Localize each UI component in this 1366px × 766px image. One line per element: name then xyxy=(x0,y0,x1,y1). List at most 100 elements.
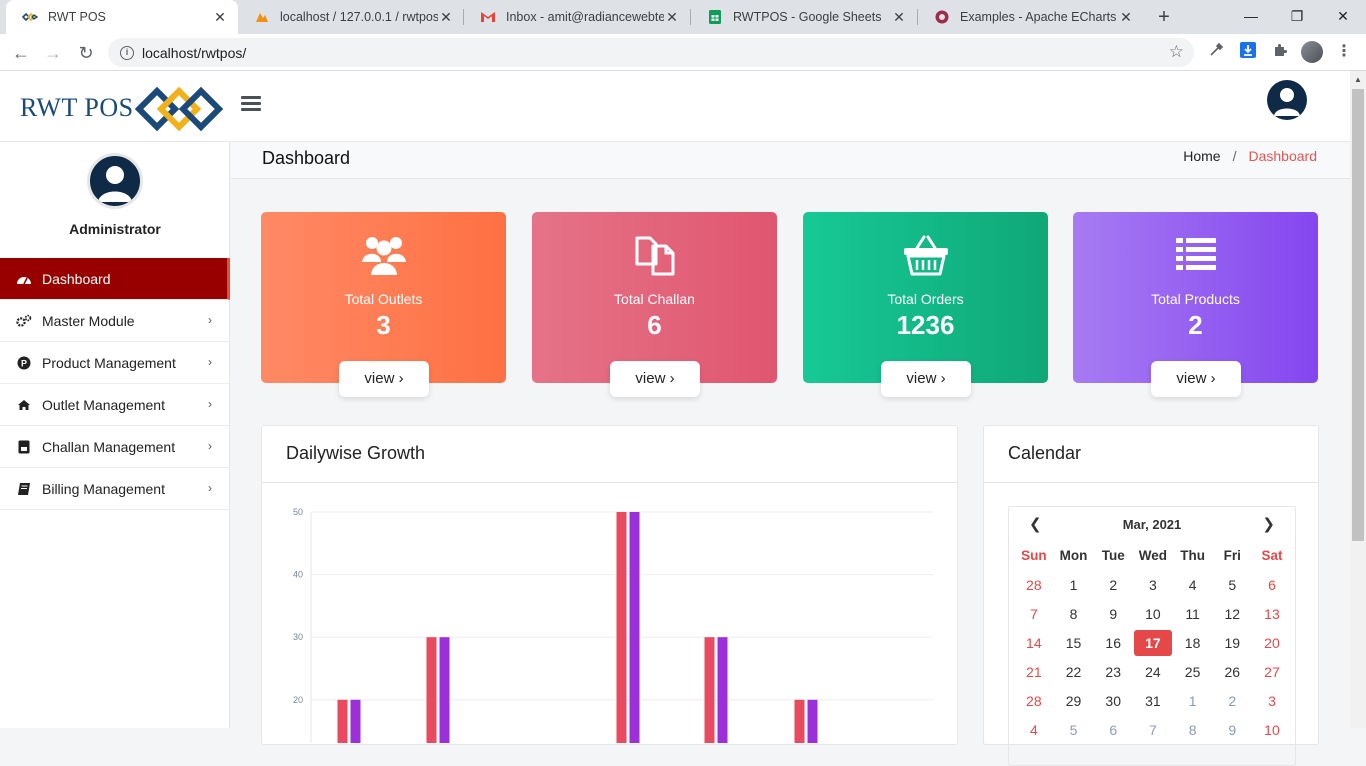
bar-series-1-group-3[interactable] xyxy=(616,512,627,743)
address-bar[interactable]: i localhost/rwtpos/ ☆ xyxy=(108,38,1194,67)
calendar-day[interactable]: 23 xyxy=(1093,664,1133,680)
extensions-puzzle-icon[interactable] xyxy=(1270,42,1290,62)
view-products-button[interactable]: view › xyxy=(1151,361,1241,397)
calendar-day[interactable]: 15 xyxy=(1054,635,1094,651)
sidebar-item-master-module[interactable]: Master Module › xyxy=(0,300,230,342)
view-orders-button[interactable]: view › xyxy=(881,361,971,397)
bar-series-1-group-1[interactable] xyxy=(337,699,348,743)
sidebar-item-product-management[interactable]: P Product Management › xyxy=(0,342,230,384)
view-challan-button[interactable]: view › xyxy=(610,361,700,397)
calendar-day[interactable]: 27 xyxy=(1252,664,1292,680)
calendar-day[interactable]: 25 xyxy=(1173,664,1213,680)
browser-tab-rwtpos[interactable]: RWT POS ✕ xyxy=(6,0,238,34)
calendar-day[interactable]: 9 xyxy=(1212,722,1252,738)
calendar-day[interactable]: 12 xyxy=(1212,606,1252,622)
tab-close-icon[interactable]: ✕ xyxy=(1118,9,1134,26)
user-avatar[interactable] xyxy=(1267,80,1307,120)
calendar-day[interactable]: 6 xyxy=(1252,577,1292,593)
browser-tab-sheets[interactable]: RWTPOS - Google Sheets ✕ xyxy=(691,0,917,34)
menu-toggle-icon[interactable] xyxy=(241,96,261,112)
calendar-day[interactable]: 9 xyxy=(1093,606,1133,622)
bookmark-star-icon[interactable]: ☆ xyxy=(1169,42,1184,62)
calendar-day[interactable]: 3 xyxy=(1133,577,1173,593)
calendar-day[interactable]: 22 xyxy=(1054,664,1094,680)
sidebar-item-outlet-management[interactable]: Outlet Management › xyxy=(0,384,230,426)
calendar-day[interactable]: 2 xyxy=(1093,577,1133,593)
bar-series-2-group-1[interactable] xyxy=(350,699,361,743)
minimize-button[interactable]: — xyxy=(1228,0,1274,34)
calendar-day[interactable]: 24 xyxy=(1133,664,1173,680)
browser-tab-phpmyadmin[interactable]: localhost / 127.0.0.1 / rwtpos / ✕ xyxy=(238,0,464,34)
calendar-day[interactable]: 10 xyxy=(1252,722,1292,738)
tab-close-icon[interactable]: ✕ xyxy=(438,9,454,26)
calendar-day[interactable]: 30 xyxy=(1093,693,1133,709)
sidebar-item-billing-management[interactable]: Billing Management › xyxy=(0,468,230,510)
bar-series-2-group-2[interactable] xyxy=(439,637,450,743)
calendar-day[interactable]: 13 xyxy=(1252,606,1292,622)
calendar-day[interactable]: 29 xyxy=(1054,693,1094,709)
calendar-week-row: 7 8 9 10 11 12 13 xyxy=(1014,599,1292,628)
tab-close-icon[interactable]: ✕ xyxy=(212,9,228,26)
scrollbar-thumb[interactable] xyxy=(1352,89,1364,541)
calendar-day[interactable]: 5 xyxy=(1054,722,1094,738)
sidebar-item-dashboard[interactable]: Dashboard xyxy=(0,258,230,300)
calendar-day[interactable]: 4 xyxy=(1173,577,1213,593)
calendar-day[interactable]: 8 xyxy=(1173,722,1213,738)
browser-tab-echarts[interactable]: Examples - Apache ECharts ✕ xyxy=(918,0,1144,34)
calendar-next-icon[interactable]: ❯ xyxy=(1262,515,1275,533)
stat-card-challan: Total Challan 6 view › xyxy=(532,212,777,397)
reload-icon[interactable]: ↻ xyxy=(73,40,99,66)
calendar-day[interactable]: 28 xyxy=(1014,693,1054,709)
forward-arrow-icon[interactable]: → xyxy=(40,40,66,66)
calendar-day[interactable]: 14 xyxy=(1014,635,1054,651)
browser-tab-gmail[interactable]: Inbox - amit@radiancewebtec ✕ xyxy=(464,0,690,34)
restore-button[interactable]: ❐ xyxy=(1274,0,1320,34)
calendar-day[interactable]: 18 xyxy=(1173,635,1213,651)
calendar-day[interactable]: 10 xyxy=(1133,606,1173,622)
calendar-day[interactable]: 16 xyxy=(1093,635,1133,651)
calendar-day[interactable]: 3 xyxy=(1252,693,1292,709)
calendar-day[interactable]: 7 xyxy=(1133,722,1173,738)
breadcrumb-home-link[interactable]: Home xyxy=(1183,148,1220,164)
close-window-button[interactable]: ✕ xyxy=(1320,0,1366,34)
calendar-day[interactable]: 2 xyxy=(1212,693,1252,709)
bar-series-1-group-2[interactable] xyxy=(426,637,437,743)
calendar-day[interactable]: 21 xyxy=(1014,664,1054,680)
bar-series-2-group-5[interactable] xyxy=(807,699,818,743)
bar-series-1-group-4[interactable] xyxy=(704,637,715,743)
sidebar-item-challan-management[interactable]: Challan Management › xyxy=(0,426,230,468)
calendar-day[interactable]: 11 xyxy=(1173,606,1213,622)
calendar-day[interactable]: 5 xyxy=(1212,577,1252,593)
bar-series-1-group-5[interactable] xyxy=(794,699,805,743)
calendar-day[interactable]: 7 xyxy=(1014,606,1054,622)
scroll-up-icon[interactable]: ▲ xyxy=(1354,75,1362,84)
calendar-day[interactable]: 28 xyxy=(1014,577,1054,593)
tab-close-icon[interactable]: ✕ xyxy=(664,9,680,26)
back-arrow-icon[interactable]: ← xyxy=(8,40,34,66)
eyedropper-extension-icon[interactable] xyxy=(1206,42,1226,62)
calendar-day[interactable]: 1 xyxy=(1173,693,1213,709)
bar-series-2-group-3[interactable] xyxy=(629,512,640,743)
sidebar-item-label: Product Management xyxy=(42,354,176,371)
calendar-day[interactable]: 8 xyxy=(1054,606,1094,622)
tab-close-icon[interactable]: ✕ xyxy=(891,9,907,26)
bar-series-2-group-4[interactable] xyxy=(717,637,728,743)
users-icon xyxy=(261,234,506,278)
calendar-weekday-label: Tue xyxy=(1101,548,1125,563)
browser-profile-avatar[interactable] xyxy=(1301,41,1323,63)
calendar-week-row: 28 29 30 31 1 2 3 xyxy=(1014,686,1292,715)
view-outlets-button[interactable]: view › xyxy=(339,361,429,397)
page-scrollbar[interactable]: ▲ xyxy=(1350,71,1366,728)
calendar-day[interactable]: 1 xyxy=(1054,577,1094,593)
browser-menu-icon[interactable]: ⋮ xyxy=(1334,42,1354,62)
calendar-day-today[interactable]: 17 xyxy=(1133,629,1173,656)
site-info-icon[interactable]: i xyxy=(120,45,134,60)
new-tab-button[interactable]: + xyxy=(1152,6,1176,28)
calendar-day[interactable]: 19 xyxy=(1212,635,1252,651)
calendar-day[interactable]: 31 xyxy=(1133,693,1173,709)
calendar-day[interactable]: 20 xyxy=(1252,635,1292,651)
calendar-day[interactable]: 4 xyxy=(1014,722,1054,738)
calendar-day[interactable]: 26 xyxy=(1212,664,1252,680)
download-extension-icon[interactable] xyxy=(1238,42,1258,62)
calendar-day[interactable]: 6 xyxy=(1093,722,1133,738)
